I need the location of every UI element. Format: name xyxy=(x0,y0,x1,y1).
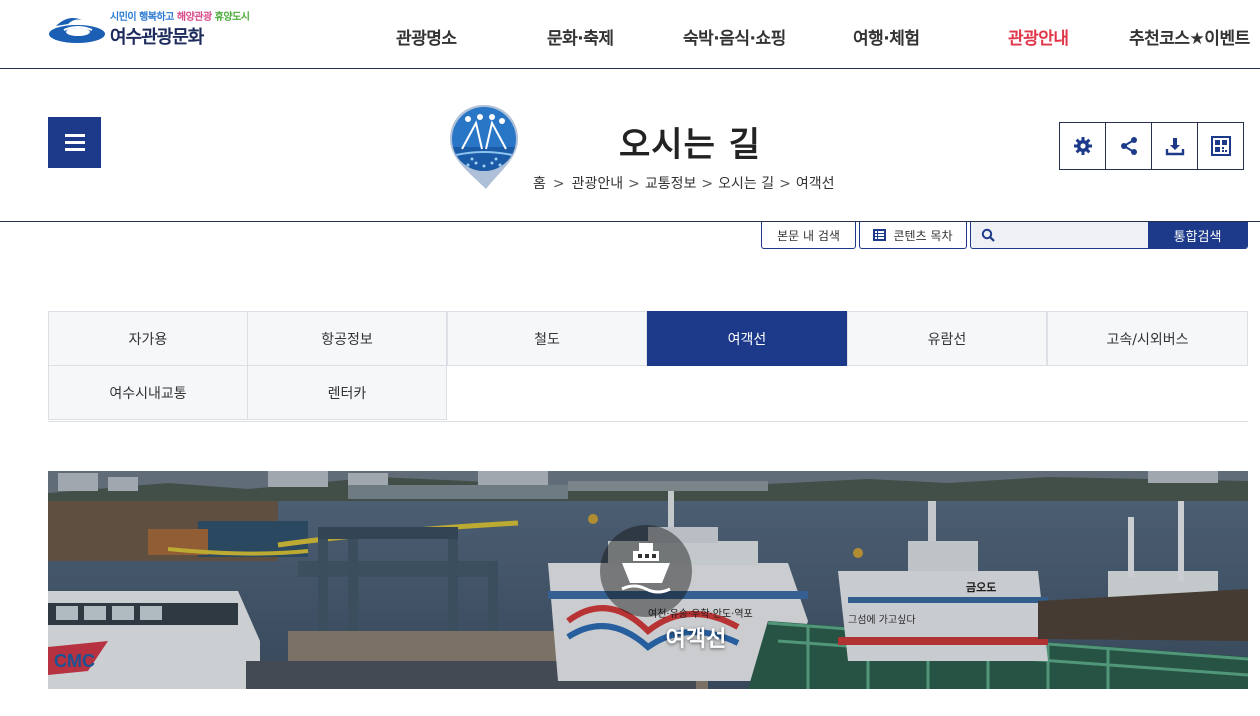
download-icon xyxy=(1165,138,1184,156)
tab-air[interactable]: 항공정보 xyxy=(247,311,447,366)
qrcode-icon xyxy=(1210,136,1231,156)
gnb-item-tour-info[interactable]: 관광안내 xyxy=(1008,24,1069,49)
breadcrumb-home[interactable]: 홈 xyxy=(533,176,546,192)
tab-city-transit[interactable]: 여수시내교통 xyxy=(48,365,248,420)
page-title-area: 오시는 길 홈 > 관광안내 > 교통정보 > 오시는 길 > 여객선 xyxy=(0,69,1260,222)
content-toc-label: 콘텐츠 목차 xyxy=(893,228,953,243)
breadcrumb-separator: > xyxy=(552,176,565,192)
integrated-search-button[interactable]: 통합검색 xyxy=(1148,222,1247,248)
share-button[interactable] xyxy=(1105,122,1152,170)
gear-icon xyxy=(1073,137,1092,155)
site-logo[interactable]: 시민이 행복하고 해양관광 휴양도시 여수관광문화 xyxy=(48,6,250,52)
hamburger-line xyxy=(65,141,85,144)
hamburger-line xyxy=(65,134,85,137)
search-icon xyxy=(981,228,995,242)
logo-slogan-a: 시민이 행복하고 xyxy=(110,12,174,23)
hamburger-line xyxy=(65,148,85,151)
page-title: 오시는 길 xyxy=(619,125,761,165)
logo-slogan: 시민이 행복하고 해양관광 휴양도시 xyxy=(110,8,250,23)
logo-slogan-b: 해양관광 xyxy=(176,12,212,23)
integrated-search: 통합검색 xyxy=(970,222,1248,249)
tab-cruise[interactable]: 유람선 xyxy=(847,311,1047,366)
gnb-item-stay-food-shopping[interactable]: 숙박·음식·쇼핑 xyxy=(683,24,786,49)
qrcode-button[interactable] xyxy=(1197,122,1244,170)
tab-ferry[interactable]: 여객선 xyxy=(647,311,847,366)
breadcrumb-current: 여객선 xyxy=(795,176,835,192)
logo-slogan-c: 휴양도시 xyxy=(214,12,250,23)
location-pin-icon xyxy=(450,105,518,189)
menu-toggle-button[interactable] xyxy=(48,117,101,168)
tabs-divider xyxy=(48,421,1248,422)
share-icon xyxy=(1120,137,1137,155)
search-in-content-button[interactable]: 본문 내 검색 xyxy=(761,222,856,249)
breadcrumb-tour-info[interactable]: 관광안내 xyxy=(572,176,624,192)
list-icon xyxy=(873,229,887,241)
tab-car[interactable]: 자가용 xyxy=(48,311,248,366)
hero-title: 여객선 xyxy=(665,627,727,652)
hero-banner: CMC 여천·유송·우학·안도·역포 금오도 그섬에 가고싶다 여객선 xyxy=(48,471,1248,689)
logo-mark-icon xyxy=(49,18,105,43)
global-header: 시민이 행복하고 해양관광 휴양도시 여수관광문화 관광명소 문화·축제 숙박·… xyxy=(0,0,1260,69)
search-input[interactable] xyxy=(999,222,1149,248)
logo-name: 여수관광문화 xyxy=(110,27,204,48)
breadcrumb-transport[interactable]: 교통정보 xyxy=(645,176,697,192)
breadcrumb-separator: > xyxy=(628,176,640,192)
harbor-photo: CMC 여천·유송·우학·안도·역포 금오도 그섬에 가고싶다 xyxy=(48,471,1248,689)
breadcrumb-directions[interactable]: 오시는 길 xyxy=(718,176,774,192)
gnb-item-travel-experience[interactable]: 여행·체험 xyxy=(853,24,920,49)
tab-express-bus[interactable]: 고속/시외버스 xyxy=(1047,311,1248,366)
content-toc-button[interactable]: 콘텐츠 목차 xyxy=(859,222,967,249)
gnb-item-attractions[interactable]: 관광명소 xyxy=(396,24,457,49)
gnb-item-culture-festival[interactable]: 문화·축제 xyxy=(547,24,614,49)
tab-rail[interactable]: 철도 xyxy=(447,311,647,366)
breadcrumb-separator: > xyxy=(779,176,791,192)
settings-button[interactable] xyxy=(1059,122,1106,170)
breadcrumb-separator: > xyxy=(701,176,714,192)
tab-rental-car[interactable]: 렌터카 xyxy=(247,365,447,420)
breadcrumb: 홈 > 관광안내 > 교통정보 > 오시는 길 > 여객선 xyxy=(533,173,835,193)
transport-tabs: 자가용 항공정보 철도 여객선 유람선 고속/시외버스 여수시내교통 렌터카 xyxy=(48,311,1248,422)
download-button[interactable] xyxy=(1151,122,1198,170)
page-tools xyxy=(1059,122,1244,170)
gnb-item-courses-events[interactable]: 추천코스★이벤트 xyxy=(1129,24,1250,49)
